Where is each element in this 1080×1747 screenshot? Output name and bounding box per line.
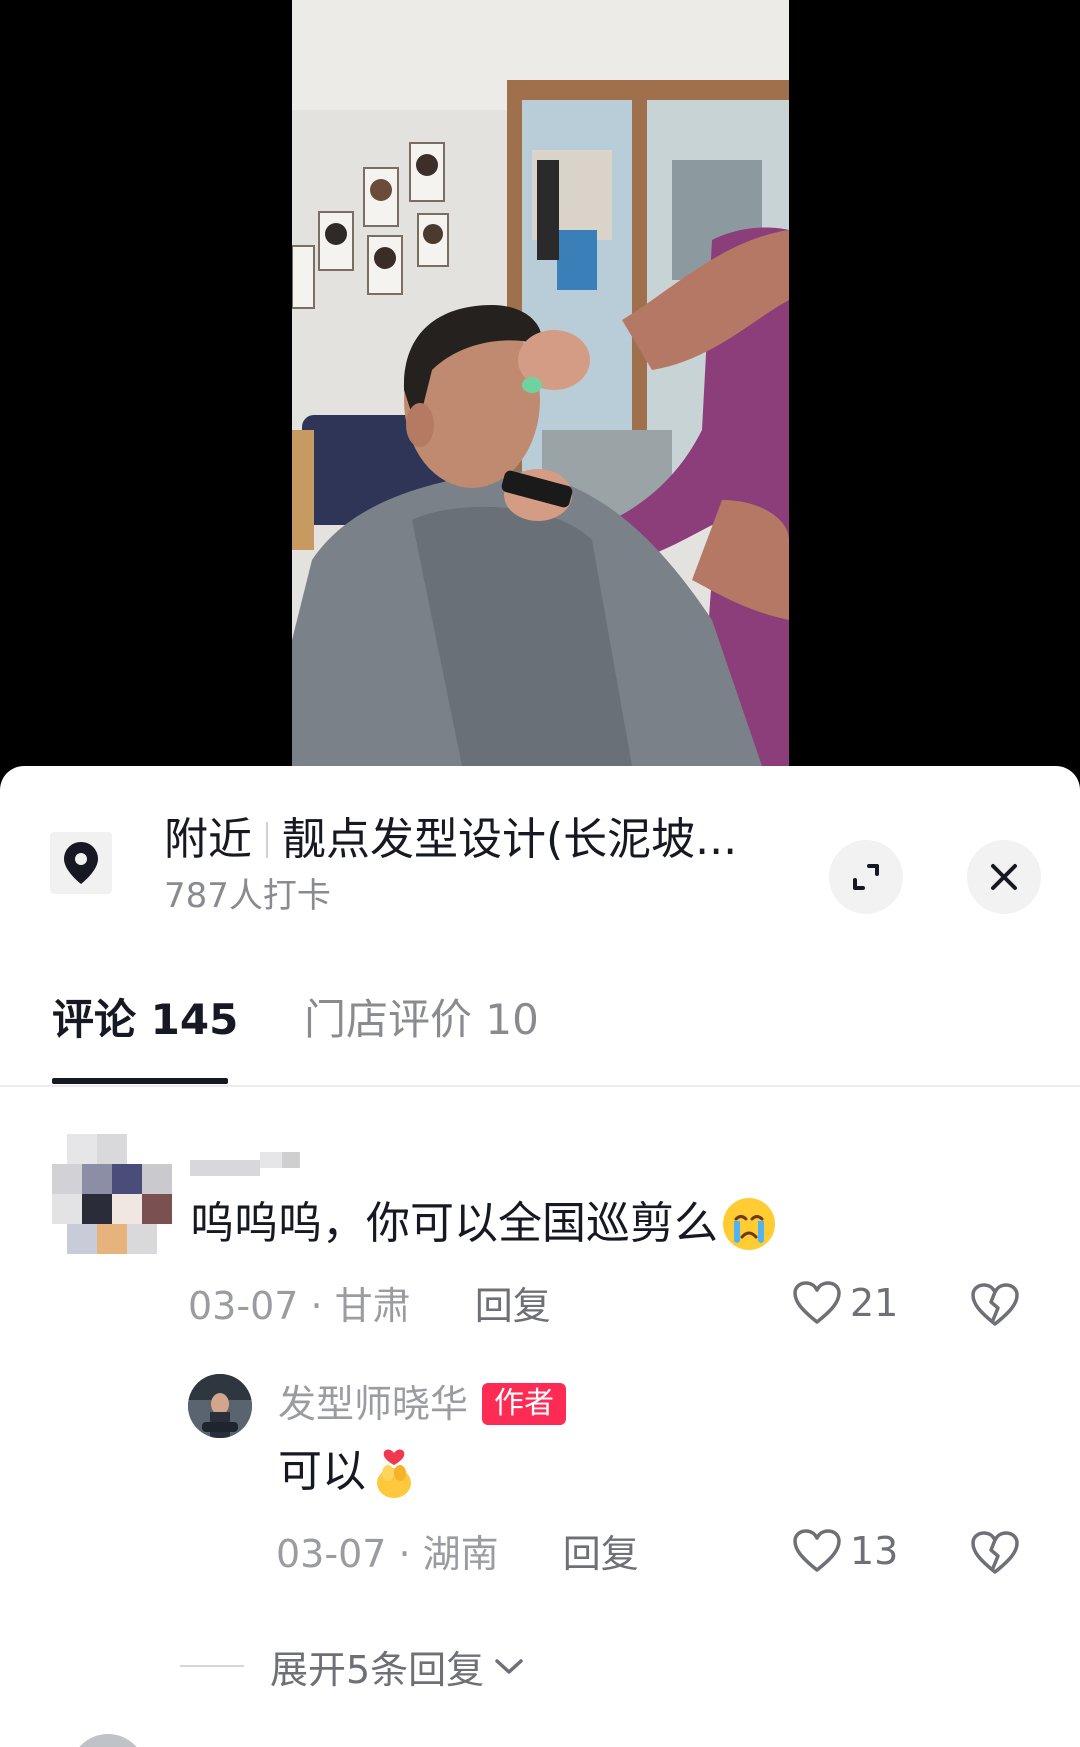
tab-bar: 评论 145 门店评价 10	[0, 960, 1080, 1080]
reply-meta: 03-07 · 湖南 回复	[276, 1530, 639, 1578]
expand-button[interactable]	[829, 840, 903, 914]
like-count: 13	[850, 1529, 899, 1573]
comment-location: · 甘肃	[310, 1284, 411, 1328]
reply-text: 可以	[278, 1442, 418, 1502]
active-tab-indicator	[52, 1078, 228, 1084]
video-still-barbershop	[292, 0, 789, 766]
close-button[interactable]	[967, 840, 1041, 914]
poi-header[interactable]: 附近 靓点发型设计(长泥坡... 787人打卡	[0, 766, 1080, 936]
chevron-down-icon	[495, 1659, 523, 1674]
close-icon	[991, 864, 1017, 890]
reply-date: 03-07	[276, 1532, 387, 1576]
broken-heart-icon	[971, 1531, 1019, 1574]
tab-store-reviews[interactable]: 门店评价 10	[304, 960, 539, 1080]
author-badge: 作者	[482, 1383, 567, 1425]
like-count: 21	[850, 1281, 899, 1325]
poi-name: 靓点发型设计(长泥坡...	[282, 814, 738, 865]
poi-category: 附近	[164, 814, 252, 865]
title-separator	[266, 822, 268, 858]
reply-button[interactable]: 回复	[563, 1532, 639, 1576]
comments-sheet: 附近 靓点发型设计(长泥坡... 787人打卡 评论 145 门店评价 10 呜…	[0, 766, 1080, 1747]
heart-outline-icon	[793, 1529, 841, 1572]
poi-title[interactable]: 附近 靓点发型设计(长泥坡...	[164, 812, 784, 868]
expand-replies-label: 展开5条回复	[270, 1647, 485, 1692]
finger-heart-emoji	[377, 1449, 411, 1498]
broken-heart-icon	[971, 1283, 1019, 1326]
tabs-divider	[0, 1085, 1080, 1087]
reply-location: · 湖南	[398, 1532, 499, 1576]
reply-username[interactable]: 发型师晓华 作者	[278, 1378, 567, 1430]
poi-checkins: 787人打卡	[164, 876, 331, 916]
like-button[interactable]: 21	[792, 1280, 898, 1326]
heart-outline-icon	[793, 1281, 841, 1324]
comment-body: 呜呜呜，你可以全国巡剪么	[190, 1198, 718, 1249]
avatar[interactable]	[188, 1374, 252, 1438]
reply-body: 可以	[278, 1446, 366, 1497]
expand-replies-button[interactable]: 展开5条回复	[180, 1638, 526, 1694]
comment-meta: 03-07 · 甘肃 回复	[188, 1282, 551, 1330]
crying-face-emoji	[723, 1198, 775, 1250]
dislike-button[interactable]	[970, 1282, 1022, 1334]
location-pin-icon	[50, 832, 112, 894]
video-frame[interactable]	[292, 0, 789, 766]
tab-comments[interactable]: 评论 145	[52, 960, 238, 1080]
avatar[interactable]	[70, 1734, 146, 1747]
expand-line	[180, 1665, 244, 1667]
comment-username-pixelated[interactable]	[190, 1152, 300, 1178]
dislike-button[interactable]	[970, 1530, 1022, 1582]
reply-button[interactable]: 回复	[475, 1284, 551, 1328]
like-button[interactable]: 13	[792, 1528, 898, 1574]
comment-date: 03-07	[188, 1284, 299, 1328]
avatar[interactable]	[52, 1134, 172, 1254]
video-player[interactable]	[0, 0, 1080, 780]
expand-icon	[853, 864, 879, 890]
comment-text: 呜呜呜，你可以全国巡剪么	[190, 1194, 778, 1254]
reply-author: 发型师晓华	[278, 1382, 469, 1426]
